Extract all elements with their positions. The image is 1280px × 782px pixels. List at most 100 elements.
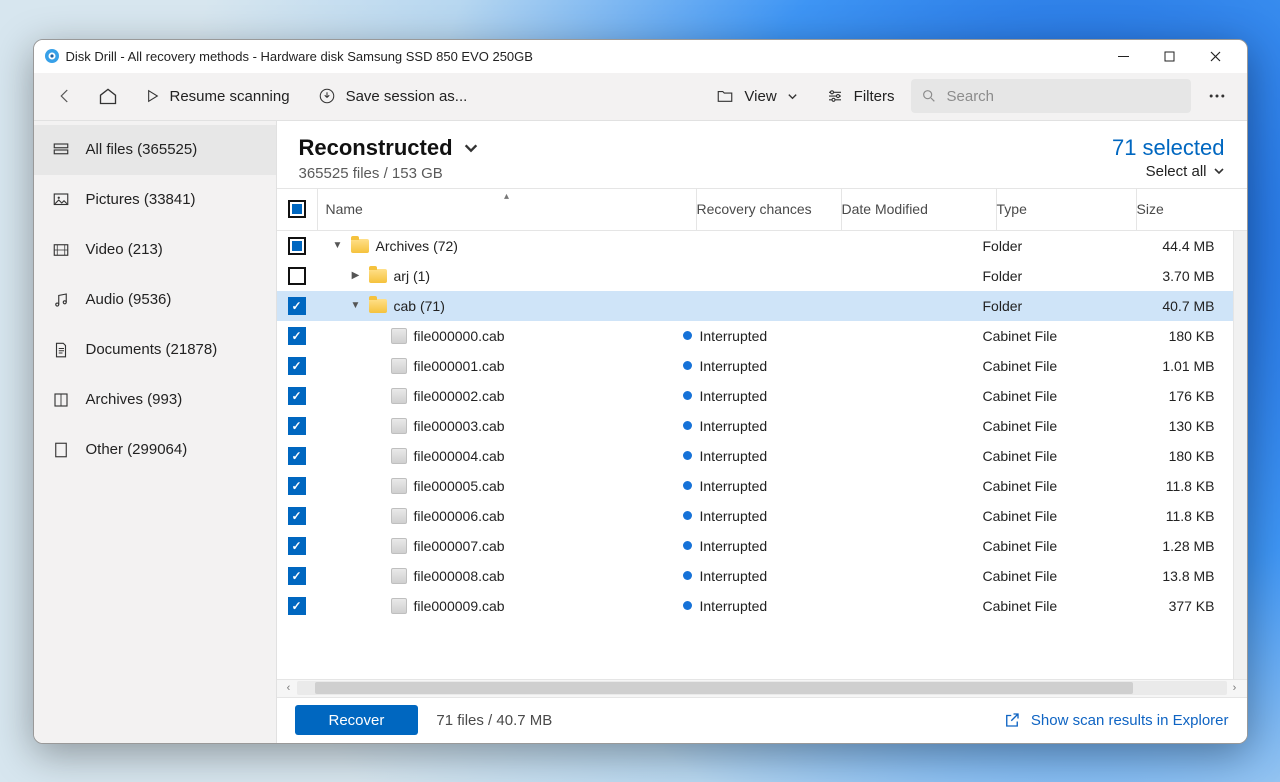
horizontal-scrollbar[interactable]: ‹ › bbox=[277, 679, 1247, 697]
grid-header: ▴ Name Recovery chances Date Modified Ty… bbox=[277, 189, 1247, 231]
row-type: Folder bbox=[983, 238, 1023, 254]
row-checkbox[interactable] bbox=[288, 477, 306, 495]
home-button[interactable] bbox=[88, 78, 128, 114]
row-checkbox[interactable] bbox=[288, 297, 306, 315]
show-in-explorer-label: Show scan results in Explorer bbox=[1031, 712, 1229, 729]
view-mode-dropdown[interactable]: Reconstructed bbox=[299, 135, 479, 161]
row-checkbox[interactable] bbox=[288, 537, 306, 555]
sidebar-item-other[interactable]: Other (299064) bbox=[34, 425, 276, 475]
status-dot-icon bbox=[683, 571, 692, 580]
column-date[interactable]: Date Modified bbox=[842, 189, 997, 230]
view-dropdown[interactable]: View bbox=[704, 78, 809, 114]
row-checkbox[interactable] bbox=[288, 567, 306, 585]
back-button[interactable] bbox=[46, 78, 84, 114]
column-name[interactable]: ▴ Name bbox=[317, 189, 697, 230]
row-type: Cabinet File bbox=[983, 358, 1058, 374]
scroll-right-arrow[interactable]: › bbox=[1227, 682, 1243, 694]
row-type: Cabinet File bbox=[983, 418, 1058, 434]
row-checkbox[interactable] bbox=[288, 357, 306, 375]
scroll-left-arrow[interactable]: ‹ bbox=[281, 682, 297, 694]
minimize-button[interactable] bbox=[1101, 40, 1147, 73]
column-date-label: Date Modified bbox=[842, 201, 928, 217]
resume-scanning-label: Resume scanning bbox=[170, 88, 290, 105]
table-row[interactable]: file000008.cabInterruptedCabinet File13.… bbox=[277, 561, 1233, 591]
filters-button[interactable]: Filters bbox=[814, 78, 907, 114]
table-row[interactable]: file000009.cabInterruptedCabinet File377… bbox=[277, 591, 1233, 621]
view-mode-label: Reconstructed bbox=[299, 135, 453, 161]
sidebar-item-archives[interactable]: Archives (993) bbox=[34, 375, 276, 425]
table-row[interactable]: file000005.cabInterruptedCabinet File11.… bbox=[277, 471, 1233, 501]
status-dot-icon bbox=[683, 391, 692, 400]
table-row[interactable]: file000001.cabInterruptedCabinet File1.0… bbox=[277, 351, 1233, 381]
sidebar-item-documents[interactable]: Documents (21878) bbox=[34, 325, 276, 375]
more-button[interactable] bbox=[1195, 78, 1239, 114]
app-icon bbox=[44, 48, 60, 64]
vertical-scrollbar[interactable] bbox=[1233, 231, 1247, 679]
table-row[interactable]: file000002.cabInterruptedCabinet File176… bbox=[277, 381, 1233, 411]
table-row[interactable]: file000007.cabInterruptedCabinet File1.2… bbox=[277, 531, 1233, 561]
cabinet-file-icon bbox=[391, 388, 407, 404]
recovery-status: Interrupted bbox=[700, 448, 768, 464]
sidebar-item-label: Archives (993) bbox=[86, 391, 183, 408]
close-button[interactable] bbox=[1193, 40, 1239, 73]
column-size[interactable]: Size bbox=[1137, 189, 1247, 230]
film-icon bbox=[52, 241, 70, 259]
table-row[interactable]: file000004.cabInterruptedCabinet File180… bbox=[277, 441, 1233, 471]
row-name: file000001.cab bbox=[414, 358, 505, 374]
column-name-label: Name bbox=[326, 201, 363, 217]
row-checkbox[interactable] bbox=[288, 267, 306, 285]
column-size-label: Size bbox=[1137, 201, 1164, 217]
table-row[interactable]: file000006.cabInterruptedCabinet File11.… bbox=[277, 501, 1233, 531]
search-input[interactable] bbox=[945, 87, 1181, 106]
recover-button[interactable]: Recover bbox=[295, 705, 419, 735]
column-type-label: Type bbox=[997, 201, 1027, 217]
sidebar-item-pictures[interactable]: Pictures (33841) bbox=[34, 175, 276, 225]
row-checkbox[interactable] bbox=[288, 447, 306, 465]
row-size: 11.8 KB bbox=[1166, 508, 1215, 524]
sidebar-item-all-files[interactable]: All files (365525) bbox=[34, 125, 276, 175]
column-type[interactable]: Type bbox=[997, 189, 1137, 230]
table-row[interactable]: file000000.cabInterruptedCabinet File180… bbox=[277, 321, 1233, 351]
select-all-dropdown[interactable]: Select all bbox=[1112, 163, 1225, 180]
folder-icon bbox=[369, 269, 387, 283]
cabinet-file-icon bbox=[391, 538, 407, 554]
row-checkbox[interactable] bbox=[288, 597, 306, 615]
table-row[interactable]: ▶arj (1)Folder3.70 MB bbox=[277, 261, 1233, 291]
sidebar-item-audio[interactable]: Audio (9536) bbox=[34, 275, 276, 325]
row-checkbox[interactable] bbox=[288, 387, 306, 405]
grid-rows[interactable]: ▼Archives (72)Folder44.4 MB▶arj (1)Folde… bbox=[277, 231, 1233, 679]
sidebar-item-label: Video (213) bbox=[86, 241, 163, 258]
maximize-button[interactable] bbox=[1147, 40, 1193, 73]
header-checkbox[interactable] bbox=[288, 200, 306, 218]
titlebar[interactable]: Disk Drill - All recovery methods - Hard… bbox=[34, 40, 1247, 73]
row-name: file000000.cab bbox=[414, 328, 505, 344]
row-checkbox[interactable] bbox=[288, 327, 306, 345]
sidebar-item-video[interactable]: Video (213) bbox=[34, 225, 276, 275]
table-row[interactable]: file000003.cabInterruptedCabinet File130… bbox=[277, 411, 1233, 441]
column-recovery[interactable]: Recovery chances bbox=[697, 189, 842, 230]
recovery-status: Interrupted bbox=[700, 358, 768, 374]
table-row[interactable]: ▼cab (71)Folder40.7 MB bbox=[277, 291, 1233, 321]
music-icon bbox=[52, 291, 70, 309]
row-checkbox[interactable] bbox=[288, 417, 306, 435]
expander-icon[interactable]: ▼ bbox=[332, 240, 344, 251]
row-size: 180 KB bbox=[1169, 448, 1215, 464]
show-in-explorer-link[interactable]: Show scan results in Explorer bbox=[1003, 711, 1229, 729]
cabinet-file-icon bbox=[391, 478, 407, 494]
row-name: file000005.cab bbox=[414, 478, 505, 494]
cabinet-file-icon bbox=[391, 328, 407, 344]
save-session-button[interactable]: Save session as... bbox=[306, 78, 480, 114]
resume-scanning-button[interactable]: Resume scanning bbox=[132, 78, 302, 114]
scroll-thumb[interactable] bbox=[315, 682, 1133, 694]
play-icon bbox=[144, 88, 160, 104]
search-box[interactable] bbox=[911, 79, 1191, 113]
expander-icon[interactable]: ▼ bbox=[350, 300, 362, 311]
expander-icon[interactable]: ▶ bbox=[350, 270, 362, 281]
row-name: file000009.cab bbox=[414, 598, 505, 614]
download-icon bbox=[318, 87, 336, 105]
row-checkbox[interactable] bbox=[288, 507, 306, 525]
row-type: Cabinet File bbox=[983, 478, 1058, 494]
row-checkbox[interactable] bbox=[288, 237, 306, 255]
row-name: file000008.cab bbox=[414, 568, 505, 584]
table-row[interactable]: ▼Archives (72)Folder44.4 MB bbox=[277, 231, 1233, 261]
